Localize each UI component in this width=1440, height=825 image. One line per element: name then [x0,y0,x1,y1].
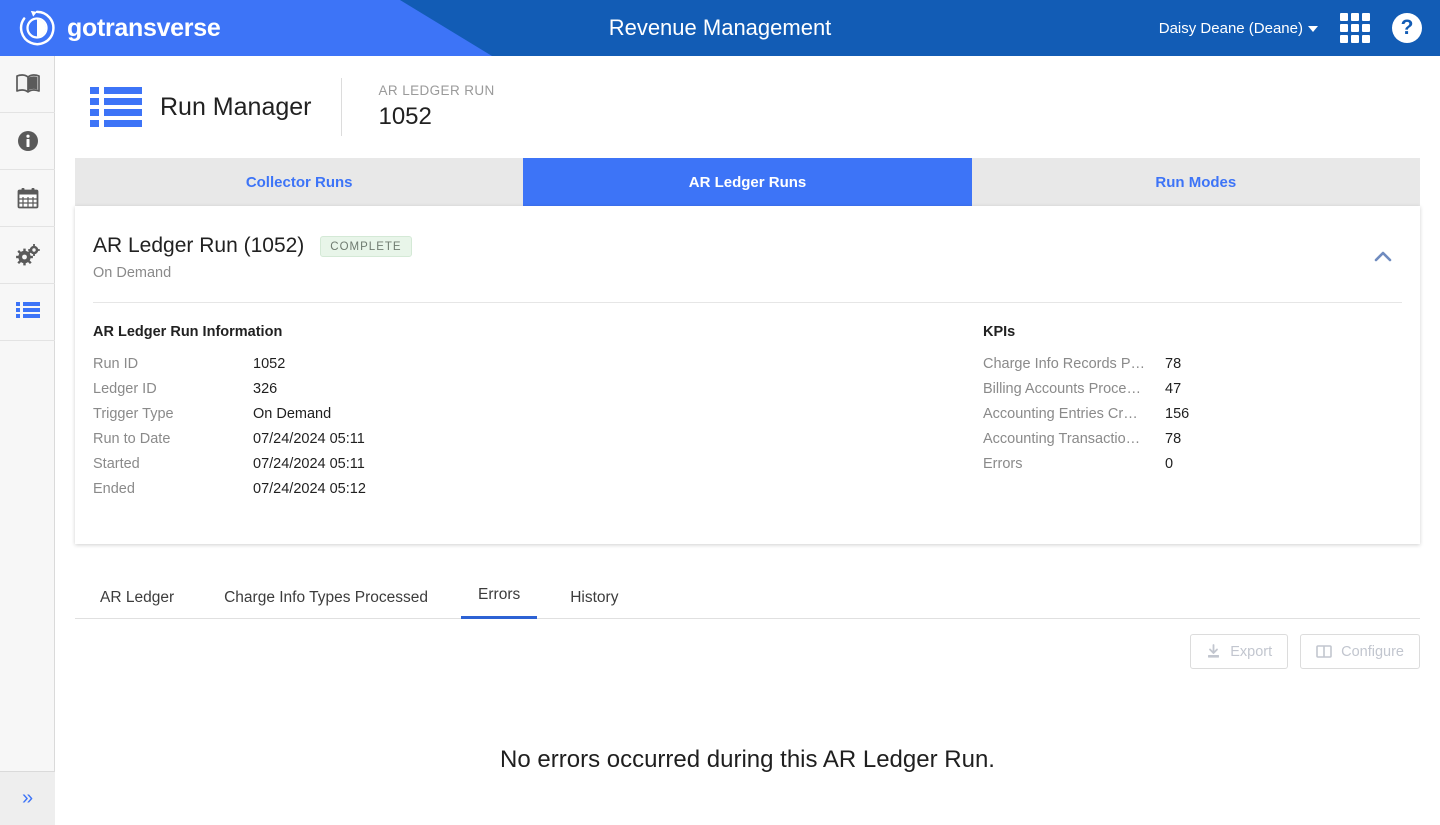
field-value: 07/24/2024 05:11 [253,431,365,447]
card-body: AR Ledger Run Information Run ID 1052 Le… [75,303,1420,506]
status-badge: COMPLETE [320,235,412,257]
table-row: Accounting Entries Cr… 156 [983,406,1313,431]
export-button[interactable]: Export [1190,634,1289,669]
rail-expand-button[interactable]: » [0,771,55,825]
run-detail-card: AR Ledger Run (1052) COMPLETE On Demand … [75,206,1420,544]
tab-ar-ledger[interactable]: AR Ledger [75,589,199,619]
brand-name: gotransverse [67,13,221,42]
kpis-title: KPIs [983,324,1016,340]
sub-tab-bar: AR Ledger Charge Info Types Processed Er… [75,569,1420,619]
grid-toolbar: Export Configure [1190,634,1420,669]
help-circle-icon[interactable]: ? [1392,13,1422,43]
table-row: Accounting Transactio… 78 [983,431,1313,456]
header-divider [341,78,343,136]
kpis-table: Charge Info Records P… 78 Billing Accoun… [983,356,1313,481]
sidebar-item-info[interactable] [0,113,55,170]
run-information-title: AR Ledger Run Information [93,324,283,340]
user-name: Daisy Deane (Deane) [1158,19,1303,37]
page-content: Run Manager AR LEDGER RUN 1052 Collector… [55,56,1440,825]
run-information-table: Run ID 1052 Ledger ID 326 Trigger Type O… [93,356,713,506]
gears-icon [15,243,41,267]
card-header: AR Ledger Run (1052) COMPLETE On Demand [75,206,1420,281]
context-label: AR LEDGER RUN [378,83,495,98]
tab-run-modes[interactable]: Run Modes [971,158,1420,206]
field-label: Trigger Type [93,406,174,422]
field-value: 07/24/2024 05:12 [253,481,366,497]
sidebar-item-run-manager[interactable] [0,284,55,341]
tab-errors[interactable]: Errors [453,586,545,619]
kpi-label: Charge Info Records P… [983,356,1145,372]
field-label: Ledger ID [93,381,157,397]
page-header: Run Manager AR LEDGER RUN 1052 [55,56,1440,158]
field-label: Started [93,456,140,472]
sidebar-item-settings[interactable] [0,227,55,284]
configure-button[interactable]: Configure [1300,634,1420,669]
tab-ar-ledger-runs[interactable]: AR Ledger Runs [523,158,972,206]
double-chevron-right-icon: » [21,787,34,809]
card-title-row: AR Ledger Run (1052) COMPLETE [93,234,1390,258]
kpi-label: Billing Accounts Proce… [983,381,1141,397]
brand[interactable]: gotransverse [18,0,221,56]
circle-arrow-logo-icon [18,9,56,47]
chevron-up-icon [1370,251,1396,274]
tab-charge-info-types-processed[interactable]: Charge Info Types Processed [199,589,453,619]
table-row: Ledger ID 326 [93,381,713,406]
user-menu[interactable]: Daisy Deane (Deane) [1159,20,1318,37]
export-label: Export [1230,643,1273,660]
card-title: AR Ledger Run (1052) [93,234,305,257]
sidebar-item-calendar[interactable] [0,170,55,227]
tab-history[interactable]: History [545,589,643,619]
columns-icon [1316,644,1332,659]
kpis-section: KPIs Charge Info Records P… 78 Billing A… [983,324,1313,506]
page-context: AR LEDGER RUN 1052 [378,83,494,131]
kpi-value: 47 [1165,381,1182,397]
sidebar-item-book[interactable] [0,56,55,113]
tab-collector-runs[interactable]: Collector Runs [75,158,524,206]
table-row: Run ID 1052 [93,356,713,381]
field-value: 326 [253,381,278,397]
kpi-label: Errors [983,456,1023,472]
book-icon [15,72,41,96]
download-icon [1206,644,1221,659]
list-icon [15,301,41,323]
top-header-bar: gotransverse Revenue Management Daisy De… [0,0,1440,56]
chevron-down-icon [1308,26,1318,32]
empty-state-message: No errors occurred during this AR Ledger… [500,746,995,773]
card-subtitle: On Demand [93,265,172,281]
field-label: Ended [93,481,135,497]
kpi-value: 78 [1165,431,1182,447]
table-row: Trigger Type On Demand [93,406,713,431]
table-row: Errors 0 [983,456,1313,481]
segmented-tab-bar: Collector Runs AR Ledger Runs Run Modes [75,158,1420,206]
card-collapse-button[interactable] [1370,244,1396,270]
field-label: Run to Date [93,431,171,447]
page-title-icon [90,85,142,129]
header-right-actions: Daisy Deane (Deane) ? [1159,0,1422,56]
app-grid-icon[interactable] [1340,13,1370,43]
table-row: Billing Accounts Proce… 47 [983,381,1313,406]
calendar-icon [16,186,40,210]
kpi-value: 0 [1165,456,1174,472]
field-value: 07/24/2024 05:11 [253,456,365,472]
kpi-label: Accounting Entries Cr… [983,406,1138,422]
run-information-section: AR Ledger Run Information Run ID 1052 Le… [93,324,713,506]
field-label: Run ID [93,356,139,372]
table-row: Charge Info Records P… 78 [983,356,1313,381]
field-value: 1052 [253,356,286,372]
table-row: Started 07/24/2024 05:11 [93,456,713,481]
table-row: Run to Date 07/24/2024 05:11 [93,431,713,456]
info-circle-icon [16,129,40,153]
table-row: Ended 07/24/2024 05:12 [93,481,713,506]
left-nav-rail: » [0,56,55,825]
field-value: On Demand [253,406,332,422]
context-value: 1052 [378,103,432,130]
configure-label: Configure [1341,643,1404,660]
kpi-value: 156 [1165,406,1190,422]
page-title: Run Manager [160,92,312,121]
kpi-value: 78 [1165,356,1182,372]
kpi-label: Accounting Transactio… [983,431,1141,447]
